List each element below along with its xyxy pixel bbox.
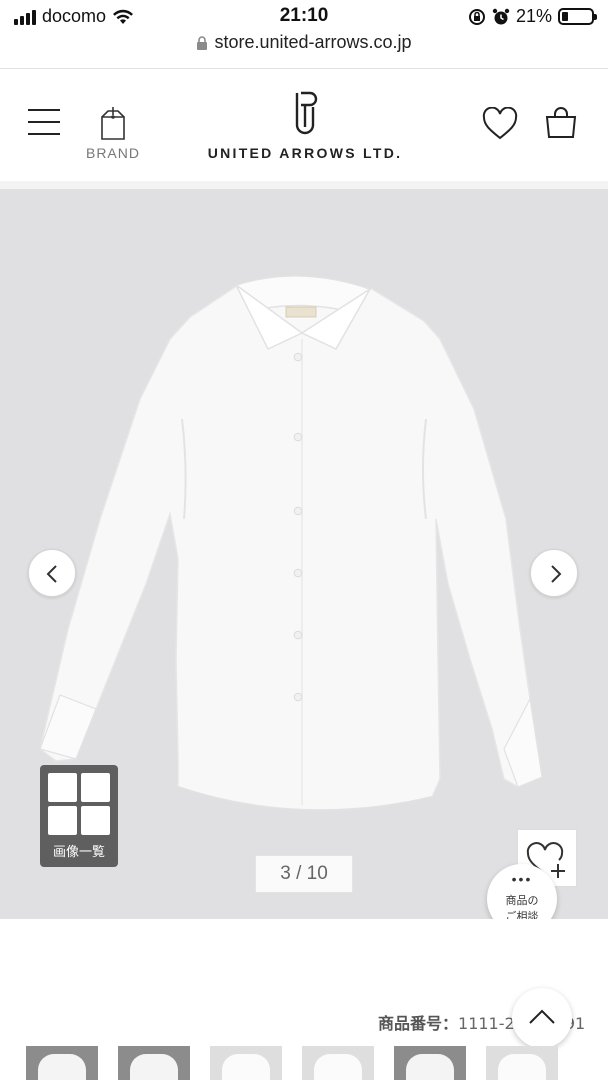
logo-text: UNITED ARROWS LTD.: [207, 145, 403, 161]
site-logo[interactable]: UNITED ARROWS LTD.: [180, 89, 430, 169]
chevron-up-icon: [529, 1009, 555, 1024]
menu-button[interactable]: [28, 109, 62, 137]
image-list-label: 画像一覧: [52, 845, 105, 860]
battery-level: [562, 12, 568, 21]
thumbnail-strip: [26, 1046, 586, 1080]
battery-percentage: 21%: [515, 6, 552, 26]
previous-image-button[interactable]: [28, 549, 76, 597]
shopping-bag-icon: [545, 107, 577, 138]
logo-mark-icon: [295, 91, 318, 135]
thumbnail-6[interactable]: [486, 1046, 558, 1080]
address-bar[interactable]: store.united-arrows.co.jp: [0, 32, 608, 62]
thumbnail-image: [38, 1054, 86, 1080]
brand-label: BRAND: [85, 145, 140, 161]
thumbnail-image: [314, 1054, 362, 1080]
thumbnail-image: [498, 1054, 546, 1080]
thumbnail-5[interactable]: [394, 1046, 466, 1080]
brand-tag-icon: [101, 107, 125, 140]
thumbnail-3[interactable]: [210, 1046, 282, 1080]
brand-button[interactable]: BRAND: [80, 105, 146, 165]
thumbnail-1[interactable]: [26, 1046, 98, 1080]
product-number-label: 商品番号：: [378, 1014, 459, 1033]
orientation-lock-icon: [468, 8, 485, 25]
thumbnail-image: [130, 1054, 178, 1080]
thumbnail-2[interactable]: [118, 1046, 190, 1080]
header-divider: [0, 181, 608, 189]
consult-label-line2: ご相談: [505, 910, 539, 919]
heart-icon: [482, 106, 518, 140]
thumbnail-image: [222, 1054, 270, 1080]
site-header: BRAND UNITED ARROWS LTD.: [0, 69, 608, 181]
cart-button[interactable]: [543, 105, 579, 141]
thumbnail-4[interactable]: [302, 1046, 374, 1080]
favorites-button[interactable]: [482, 106, 518, 141]
status-bar: docomo 21:10 21%: [0, 0, 608, 34]
status-right: 21%: [468, 6, 597, 27]
next-image-button[interactable]: [530, 549, 578, 597]
consult-label-line1: 商品の: [505, 894, 539, 907]
url-text: store.united-arrows.co.jp: [214, 32, 412, 52]
chevron-right-icon: [551, 565, 562, 583]
scroll-to-top-button[interactable]: [512, 988, 572, 1048]
alarm-icon: [492, 8, 510, 24]
battery-icon: [558, 8, 597, 25]
product-gallery[interactable]: 画像一覧 3 / 10 ••• 商品の ご相談: [0, 189, 608, 919]
thumbnail-image: [406, 1054, 454, 1080]
chevron-left-icon: [46, 565, 57, 583]
image-counter: 3 / 10: [255, 855, 353, 893]
more-dots-icon: •••: [511, 871, 533, 887]
image-list-button[interactable]: 画像一覧: [40, 765, 118, 867]
lock-icon: [197, 36, 208, 51]
